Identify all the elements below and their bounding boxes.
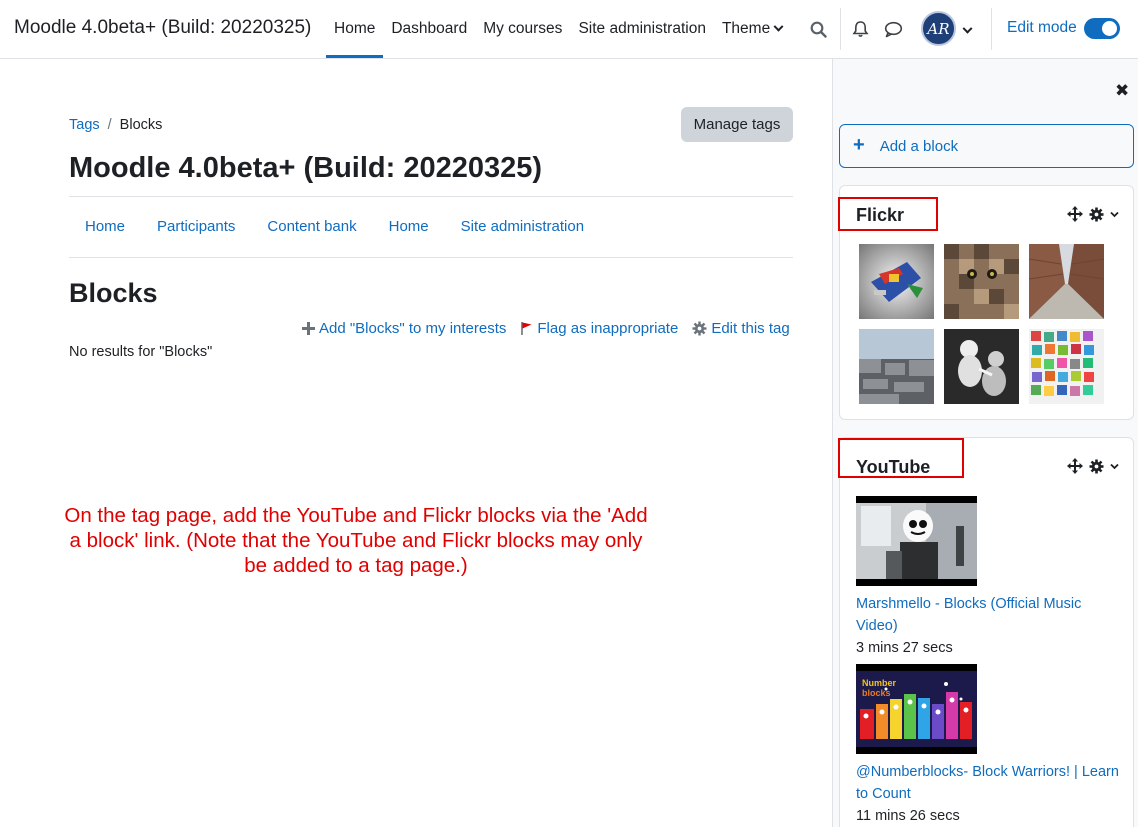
nav-my-courses-label: My courses: [483, 20, 563, 37]
youtube-block: YouTube Marshmello - Blocks (Official Mu…: [838, 437, 1134, 827]
nav-dashboard-label: Dashboard: [391, 20, 468, 37]
site-name[interactable]: Moodle 4.0beta+ (Build: 20220325): [14, 17, 311, 39]
tag-actions: Add "Blocks" to my interests Flag as ina…: [302, 320, 790, 337]
user-menu-chevron-icon[interactable]: [962, 22, 973, 39]
secondary-nav-home[interactable]: Home: [69, 197, 141, 255]
flag-inappropriate-link[interactable]: Flag as inappropriate: [520, 320, 678, 337]
move-icon[interactable]: [1067, 458, 1083, 474]
secondary-nav-content-bank[interactable]: Content bank: [251, 197, 372, 255]
no-results-message: No results for "Blocks": [69, 344, 213, 360]
video-duration: 11 mins 26 secs: [856, 808, 960, 824]
nav-home-label: Home: [334, 20, 376, 37]
manage-tags-button[interactable]: Manage tags: [681, 107, 793, 142]
breadcrumb-tags-link[interactable]: Tags: [69, 117, 100, 133]
highlight-box: [838, 197, 938, 231]
video-thumbnail[interactable]: [856, 496, 977, 586]
breadcrumb-current: Blocks: [119, 117, 163, 133]
edit-mode-label: Edit mode: [1007, 19, 1077, 36]
search-icon[interactable]: [807, 18, 829, 40]
youtube-block-controls: [1067, 458, 1119, 474]
flickr-photo[interactable]: [1028, 244, 1105, 319]
flickr-photo[interactable]: [944, 244, 1019, 319]
nav-theme-dropdown[interactable]: Theme: [714, 0, 790, 58]
secondary-nav-home-2[interactable]: Home: [373, 197, 445, 255]
instruction-annotation: On the tag page, add the YouTube and Fli…: [64, 504, 648, 577]
nav-home[interactable]: Home: [326, 0, 384, 58]
flickr-photo-grid: [859, 244, 1105, 404]
messages-icon[interactable]: [882, 18, 904, 40]
secondary-navigation: Home Participants Content bank Home Site…: [69, 197, 600, 255]
notification-bell-icon[interactable]: [849, 18, 871, 40]
add-a-block-link[interactable]: + Add a block: [839, 124, 1134, 168]
flickr-photo[interactable]: [944, 329, 1019, 404]
add-to-interests-link[interactable]: Add "Blocks" to my interests: [302, 320, 506, 337]
add-to-interests-label: Add "Blocks" to my interests: [319, 320, 507, 337]
edit-tag-label: Edit this tag: [711, 320, 790, 337]
breadcrumb-separator: /: [107, 117, 112, 133]
divider: [69, 257, 793, 258]
nav-site-administration[interactable]: Site administration: [570, 0, 714, 58]
move-icon[interactable]: [1067, 206, 1083, 222]
page-title: Moodle 4.0beta+ (Build: 20220325): [69, 152, 543, 184]
svg-text:blocks: blocks: [862, 688, 891, 698]
tag-heading: Blocks: [69, 278, 158, 308]
flag-inappropriate-label: Flag as inappropriate: [537, 320, 679, 337]
breadcrumb: Tags / Blocks: [69, 117, 162, 133]
video-duration: 3 mins 27 secs: [856, 640, 953, 656]
video-title-link[interactable]: @Numberblocks- Block Warriors! | Learn t…: [856, 761, 1126, 805]
gear-icon[interactable]: [1089, 207, 1104, 222]
flickr-photo[interactable]: [1029, 329, 1104, 404]
block-drawer: ✖ + Add a block Flickr YouTube Marshmell…: [832, 59, 1138, 827]
secondary-nav-participants[interactable]: Participants: [141, 197, 251, 255]
highlight-box: [838, 438, 964, 478]
avatar-initials: AR: [927, 19, 950, 38]
secondary-nav-site-administration[interactable]: Site administration: [445, 197, 600, 255]
gear-icon: [692, 321, 707, 336]
nav-dashboard[interactable]: Dashboard: [383, 0, 475, 58]
navbar-divider: [840, 8, 841, 50]
flickr-block: Flickr: [838, 185, 1134, 420]
edit-tag-link[interactable]: Edit this tag: [692, 320, 790, 337]
plus-icon: +: [853, 133, 865, 156]
youtube-video-item: Number blocks @Numberblocks- Block Warrio…: [856, 664, 1126, 827]
flickr-photo[interactable]: [859, 329, 934, 404]
flag-icon: [521, 322, 532, 335]
plus-icon: [302, 322, 315, 335]
close-icon[interactable]: ✖: [1115, 81, 1129, 101]
nav-site-administration-label: Site administration: [578, 20, 706, 37]
add-a-block-label: Add a block: [879, 137, 959, 155]
nav-theme-label: Theme: [721, 20, 771, 37]
edit-mode-toggle[interactable]: [1084, 18, 1120, 39]
video-thumbnail[interactable]: Number blocks: [856, 664, 977, 754]
chevron-down-icon[interactable]: [1110, 210, 1119, 219]
youtube-video-item: Marshmello - Blocks (Official Music Vide…: [856, 496, 1126, 659]
top-navbar: Moodle 4.0beta+ (Build: 20220325) Home D…: [0, 0, 1138, 59]
chevron-down-icon[interactable]: [1110, 462, 1119, 471]
flickr-block-controls: [1067, 206, 1119, 222]
gear-icon[interactable]: [1089, 459, 1104, 474]
svg-text:Number: Number: [862, 678, 897, 688]
user-avatar[interactable]: AR: [921, 11, 956, 46]
nav-my-courses[interactable]: My courses: [475, 0, 570, 58]
primary-navigation: Home Dashboard My courses Site administr…: [326, 0, 790, 58]
video-title-link[interactable]: Marshmello - Blocks (Official Music Vide…: [856, 593, 1126, 637]
flickr-photo[interactable]: [859, 244, 934, 319]
navbar-divider: [991, 8, 992, 50]
chevron-down-icon: [773, 21, 784, 32]
